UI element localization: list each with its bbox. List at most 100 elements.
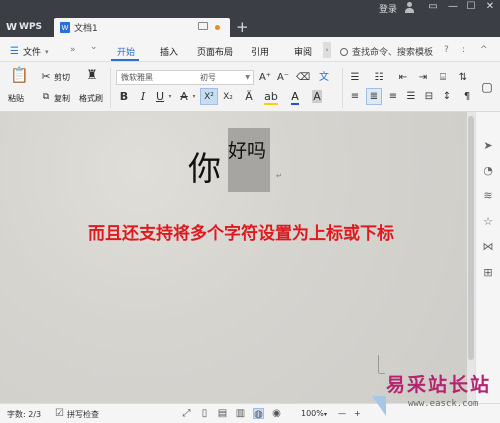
- wps-logo-icon: W: [6, 21, 17, 33]
- more-menu-button[interactable]: »: [70, 45, 76, 55]
- character-shading-icon[interactable]: A: [310, 90, 324, 104]
- phonetic-guide-icon[interactable]: 文: [316, 71, 332, 85]
- search-icon: [340, 47, 348, 56]
- adjust-sliders-icon[interactable]: ≋: [482, 190, 494, 202]
- sort-icon[interactable]: ⇅: [456, 71, 470, 85]
- text-box-icon[interactable]: ▢: [480, 80, 494, 94]
- align-right-icon[interactable]: ≡: [386, 90, 400, 104]
- command-search[interactable]: 查找命令、搜索模板: [340, 45, 433, 58]
- decrease-indent-icon[interactable]: ⇤: [396, 71, 410, 85]
- active-tab-indicator: [111, 59, 139, 61]
- file-menu[interactable]: ☰ 文件 ▾: [10, 45, 49, 58]
- word-count[interactable]: 字数: 2/3: [7, 409, 41, 420]
- chevron-down-icon: ▼: [245, 74, 250, 81]
- subscript-button[interactable]: X₂: [220, 90, 236, 104]
- vertical-scrollbar[interactable]: [467, 112, 475, 403]
- page-view-icon[interactable]: ▤: [217, 408, 228, 419]
- reading-view-icon[interactable]: ▯: [199, 408, 210, 419]
- tab-references[interactable]: 引用: [251, 45, 269, 58]
- italic-button[interactable]: I: [137, 90, 149, 104]
- tab-review[interactable]: 审阅: [294, 45, 312, 58]
- justify-icon[interactable]: ☰: [404, 90, 418, 104]
- right-sidebar: ➤ ◔ ≋ ☆ ⋈ ⊞: [475, 112, 500, 403]
- spell-check-button[interactable]: 拼写检查: [67, 409, 99, 420]
- zoom-in-button[interactable]: +: [354, 409, 361, 418]
- group-divider: [110, 68, 111, 108]
- increase-indent-icon[interactable]: ⇥: [416, 71, 430, 85]
- cut-button[interactable]: 剪切: [54, 72, 70, 83]
- close-button[interactable]: ✕: [481, 1, 499, 12]
- document-tab[interactable]: W 文档1: [54, 18, 230, 37]
- eye-protect-icon[interactable]: ◉: [271, 408, 282, 419]
- menu-options-button[interactable]: :: [462, 45, 465, 55]
- spell-check-icon[interactable]: ☑: [54, 408, 65, 419]
- font-size-value: 初号: [200, 73, 216, 82]
- superscript-text[interactable]: 好吗: [228, 136, 266, 163]
- chevron-down-icon[interactable]: ▾: [324, 411, 327, 418]
- zoom-level[interactable]: 100%: [301, 409, 324, 418]
- select-pointer-icon[interactable]: ➤: [482, 140, 494, 152]
- apps-grid-icon[interactable]: ⊞: [482, 267, 494, 279]
- normal-character[interactable]: 你: [188, 142, 221, 190]
- tab-insert[interactable]: 插入: [160, 45, 178, 58]
- tab-home[interactable]: 开始: [117, 45, 135, 58]
- strikethrough-button[interactable]: A: [178, 90, 190, 104]
- bold-button[interactable]: B: [118, 90, 130, 104]
- numbered-list-icon[interactable]: ☷: [372, 71, 386, 85]
- unsaved-dot-icon: [215, 25, 220, 30]
- web-view-icon[interactable]: ◍: [253, 408, 264, 420]
- wps-logo[interactable]: W WPS: [6, 20, 42, 34]
- font-size-select[interactable]: 初号 ▼: [196, 70, 254, 85]
- outline-view-icon[interactable]: ▥: [235, 408, 246, 419]
- copy-button[interactable]: 复制: [54, 93, 70, 104]
- paste-icon[interactable]: 📋: [10, 68, 29, 86]
- document-icon: W: [60, 22, 70, 33]
- menu-dropdown-button[interactable]: ⌄: [90, 42, 98, 52]
- app-name: WPS: [19, 22, 43, 32]
- distributed-icon[interactable]: ⊟: [422, 90, 436, 104]
- grow-font-icon[interactable]: A⁺: [258, 71, 272, 85]
- zoom-out-button[interactable]: —: [338, 409, 346, 418]
- share-icon[interactable]: ⋈: [482, 241, 494, 253]
- shapes-icon[interactable]: ◔: [482, 165, 494, 177]
- fullscreen-icon[interactable]: ⤢: [181, 408, 192, 419]
- format-painter-button[interactable]: 格式刷: [79, 93, 103, 104]
- line-spacing-icon[interactable]: ↕: [440, 90, 454, 104]
- watermark-site-name: 易采站长站: [386, 374, 492, 396]
- star-icon[interactable]: ☆: [482, 216, 494, 228]
- tab-page-layout[interactable]: 页面布局: [197, 45, 233, 58]
- chinese-layout-icon[interactable]: ⌸: [436, 71, 450, 85]
- font-color-icon[interactable]: A: [288, 90, 302, 105]
- text-effect-icon[interactable]: Ä: [242, 90, 256, 104]
- paragraph-mark-icon: ↵: [276, 172, 282, 180]
- login-link[interactable]: 登录: [379, 2, 397, 15]
- user-avatar-icon[interactable]: [404, 2, 414, 13]
- paste-label[interactable]: 粘贴: [8, 93, 24, 104]
- align-left-icon[interactable]: ≡: [348, 90, 362, 104]
- align-center-icon[interactable]: ≣: [367, 90, 381, 104]
- help-button[interactable]: ?: [444, 45, 449, 55]
- chevron-down-icon[interactable]: ▾: [190, 90, 198, 104]
- shrink-font-icon[interactable]: A⁻: [276, 71, 290, 85]
- watermark-url: www.easck.com: [408, 399, 479, 409]
- clear-format-icon[interactable]: ⌫: [296, 71, 310, 85]
- window-mode-icon[interactable]: [198, 22, 208, 30]
- scrollbar-thumb[interactable]: [468, 116, 474, 360]
- minimize-button[interactable]: —: [444, 1, 462, 12]
- scissors-icon[interactable]: ✂: [40, 70, 52, 84]
- maximize-button[interactable]: ☐: [462, 1, 480, 12]
- menu-scroll-button[interactable]: ›: [323, 42, 331, 58]
- highlight-color-icon[interactable]: ab: [264, 90, 278, 105]
- skin-button[interactable]: ▭: [424, 1, 442, 12]
- underline-button[interactable]: U: [154, 90, 166, 104]
- paragraph-icon[interactable]: ¶: [460, 90, 474, 104]
- chevron-down-icon[interactable]: ▾: [166, 90, 174, 104]
- file-menu-label: 文件: [22, 48, 41, 58]
- collapse-ribbon-button[interactable]: ^: [480, 45, 488, 55]
- copy-icon[interactable]: ⧉: [40, 90, 52, 104]
- new-tab-button[interactable]: +: [236, 18, 249, 36]
- format-painter-icon[interactable]: ♜: [84, 69, 100, 85]
- superscript-button[interactable]: X²: [201, 90, 217, 104]
- document-area[interactable]: 你 好吗 ↵ 而且还支持将多个字符设置为上标或下标: [0, 112, 467, 403]
- bullet-list-icon[interactable]: ☰: [348, 71, 362, 85]
